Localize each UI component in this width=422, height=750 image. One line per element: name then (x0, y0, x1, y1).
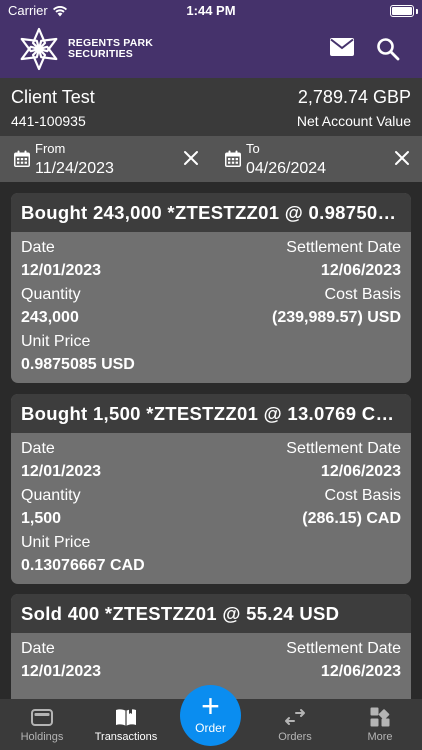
account-summary: Client Test 441-100935 2,789.74 GBP Net … (0, 78, 422, 136)
transaction-card[interactable]: Bought 1,500 *ZTESTZZ01 @ 13.0769 CAD Da… (11, 394, 411, 584)
logo: REGENTS PARK SECURITIES (16, 26, 153, 72)
to-date-field[interactable]: 04/26/2024 (246, 160, 326, 178)
quantity-label: Quantity (21, 487, 81, 504)
net-account-value: 2,789.74 GBP (297, 87, 411, 107)
arrows-icon (285, 709, 305, 725)
client-name: Client Test (11, 87, 95, 107)
tab-orders[interactable]: Orders (253, 699, 337, 750)
trade-date: 12/01/2023 (21, 463, 102, 480)
date-label: Date (21, 440, 55, 457)
clear-to-icon[interactable] (394, 150, 410, 166)
tab-transactions[interactable]: Transactions (84, 699, 168, 750)
transaction-title: Sold 400 *ZTESTZZ01 @ 55.24 USD (11, 594, 411, 633)
calendar-icon[interactable] (13, 150, 31, 168)
from-label: From (35, 141, 66, 156)
mail-icon[interactable] (330, 38, 354, 58)
book-icon (116, 708, 136, 726)
grid-icon (370, 707, 390, 727)
cost-basis: (286.15) CAD (302, 510, 401, 527)
unit-price-label: Unit Price (21, 534, 91, 551)
transaction-title: Bought 1,500 *ZTESTZZ01 @ 13.0769 CAD (11, 394, 411, 433)
order-label: Order (195, 720, 226, 735)
cost-basis: (239,989.57) USD (272, 309, 401, 326)
date-label: Date (21, 640, 55, 657)
search-icon[interactable] (376, 37, 400, 61)
settlement-date-label: Settlement Date (286, 440, 401, 457)
to-label: To (246, 141, 260, 156)
transaction-title: Bought 243,000 *ZTESTZZ01 @ 0.9875085 US… (11, 193, 411, 232)
tab-more[interactable]: More (338, 699, 422, 750)
trade-date: 12/01/2023 (21, 663, 102, 680)
settlement-date: 12/06/2023 (320, 262, 401, 279)
logo-line-2: SECURITIES (68, 48, 134, 60)
cost-basis-label: Cost Basis (324, 487, 401, 504)
tab-label: Orders (278, 731, 312, 743)
unit-price: 0.9875085 USD (21, 356, 135, 373)
plus-icon: + (201, 687, 220, 724)
calendar-icon[interactable] (224, 150, 242, 168)
date-filter: From 11/24/2023 To 04/26/2024 (0, 136, 422, 182)
quantity: 1,500 (21, 510, 62, 527)
account-number: 441-100935 (11, 113, 86, 129)
transaction-list[interactable]: Bought 243,000 *ZTESTZZ01 @ 0.9875085 US… (0, 182, 422, 699)
battery-icon (390, 5, 414, 17)
quantity: 243,000 (21, 309, 79, 326)
settlement-date-label: Settlement Date (286, 239, 401, 256)
tab-label: More (367, 731, 393, 743)
settlement-date: 12/06/2023 (320, 463, 401, 480)
transaction-card[interactable]: Sold 400 *ZTESTZZ01 @ 55.24 USD Date Set… (11, 594, 411, 699)
tab-holdings[interactable]: Holdings (0, 699, 84, 750)
settlement-date: 12/06/2023 (320, 663, 401, 680)
status-time: 1:44 PM (186, 3, 236, 18)
quantity-label: Quantity (21, 286, 81, 303)
from-date-field[interactable]: 11/24/2023 (35, 160, 114, 178)
net-account-value-label: Net Account Value (296, 113, 411, 129)
tab-label: Holdings (20, 731, 64, 743)
logo-icon (20, 27, 58, 71)
clear-from-icon[interactable] (183, 150, 199, 166)
status-bar: Carrier 1:44 PM (0, 0, 422, 24)
date-label: Date (21, 239, 55, 256)
trade-date: 12/01/2023 (21, 262, 102, 279)
settlement-date-label: Settlement Date (286, 640, 401, 657)
cost-basis-label: Cost Basis (324, 286, 401, 303)
transaction-card[interactable]: Bought 243,000 *ZTESTZZ01 @ 0.9875085 US… (11, 193, 411, 383)
order-button[interactable]: + Order (180, 685, 241, 746)
unit-price: 0.13076667 CAD (21, 557, 145, 574)
wallet-icon (31, 709, 53, 726)
logo-wordmark: REGENTS PARK SECURITIES (68, 38, 153, 60)
tab-label: Transactions (94, 731, 158, 743)
app-header: REGENTS PARK SECURITIES (0, 24, 422, 78)
unit-price-label: Unit Price (21, 333, 91, 350)
